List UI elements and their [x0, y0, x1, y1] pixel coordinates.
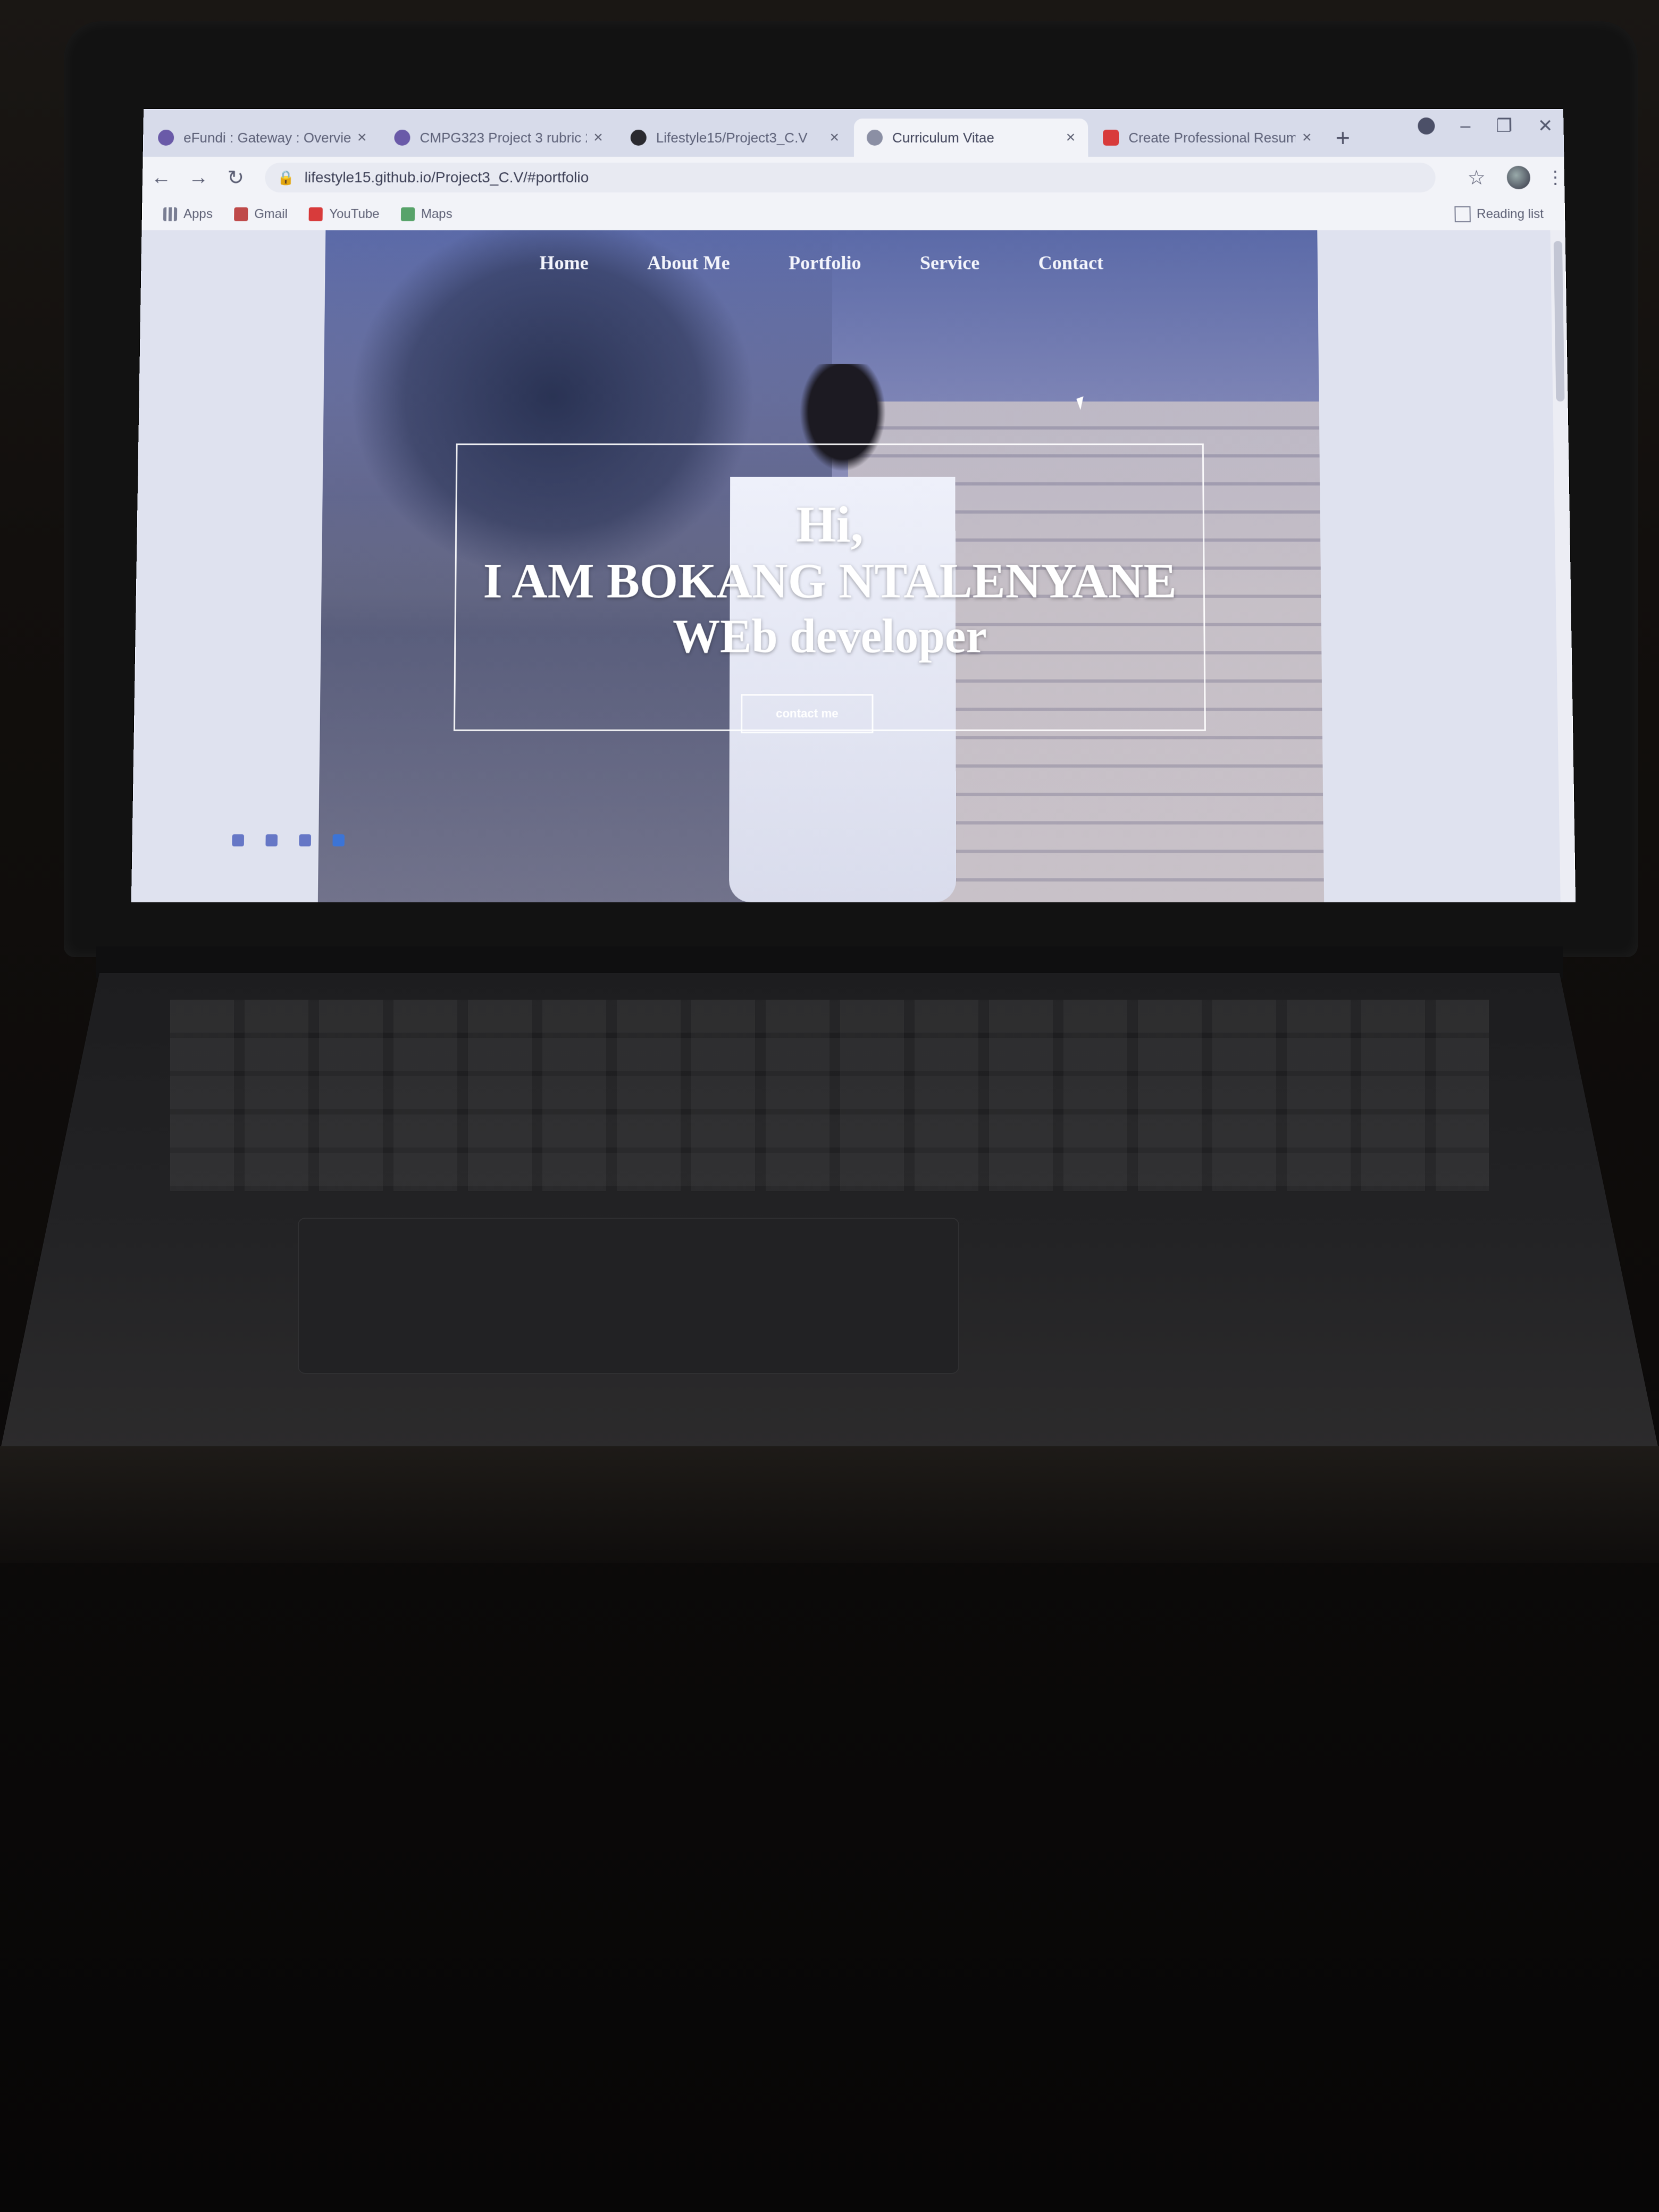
mail-icon[interactable]	[332, 834, 345, 847]
browser-toolbar: ← → ↻ 🔒 lifestyle15.github.io/Project3_C…	[142, 156, 1565, 198]
tab-strip: eFundi : Gateway : Overview × CMPG323 Pr…	[143, 109, 1564, 157]
reading-list-label: Reading list	[1477, 206, 1544, 222]
tab-cmpg323-rubric[interactable]: CMPG323 Project 3 rubric 20 ×	[381, 119, 616, 157]
close-icon[interactable]: ×	[1066, 129, 1076, 147]
bookmarks-bar: Apps Gmail YouTube Maps Reading list	[141, 198, 1565, 231]
hero-role: WEb developer	[672, 610, 987, 663]
globe-icon	[867, 129, 883, 146]
bookmark-label: Apps	[183, 206, 213, 222]
hero-greeting: Hi,	[796, 495, 864, 554]
nav-contact[interactable]: Contact	[1038, 252, 1104, 274]
tab-label: Create Professional Resume	[1128, 129, 1296, 146]
forward-button[interactable]: →	[180, 166, 217, 189]
tab-curriculum-vitae[interactable]: Curriculum Vitae ×	[854, 118, 1088, 157]
hero-section: Home About Me Portfolio Service Contact …	[317, 230, 1325, 902]
reading-list-button[interactable]: Reading list	[1454, 206, 1544, 223]
social-links	[232, 834, 345, 847]
tab-label: CMPG323 Project 3 rubric 20	[420, 129, 588, 146]
bookmark-gmail[interactable]: Gmail	[233, 206, 288, 222]
reload-button[interactable]: ↻	[217, 165, 255, 189]
site-nav: Home About Me Portfolio Service Contact	[325, 252, 1318, 274]
lock-icon: 🔒	[278, 169, 295, 186]
restore-button[interactable]: ❐	[1496, 115, 1512, 137]
nav-about-me[interactable]: About Me	[647, 252, 730, 274]
nav-portfolio[interactable]: Portfolio	[789, 252, 861, 274]
close-window-button[interactable]: ✕	[1538, 115, 1553, 137]
tab-efundi-overview[interactable]: eFundi : Gateway : Overview ×	[145, 119, 380, 157]
facebook-icon[interactable]	[232, 834, 245, 847]
bookmark-label: Gmail	[254, 206, 288, 222]
maps-icon	[400, 207, 415, 222]
efundi-icon	[157, 129, 174, 146]
new-tab-button[interactable]: +	[1324, 119, 1362, 157]
close-icon[interactable]: ×	[1302, 129, 1312, 147]
browser-window: eFundi : Gateway : Overview × CMPG323 Pr…	[131, 109, 1576, 902]
youtube-icon	[1103, 129, 1119, 146]
bookmark-youtube[interactable]: YouTube	[308, 206, 380, 222]
youtube-icon	[308, 207, 323, 222]
bookmark-apps[interactable]: Apps	[163, 207, 213, 222]
bookmark-label: YouTube	[329, 206, 380, 222]
hero-frame: Hi, I AM BOKANG NTALENYANE WEb developer…	[453, 443, 1206, 734]
tab-label: Curriculum Vitae	[892, 129, 994, 146]
hero-headline: Hi, I AM BOKANG NTALENYANE WEb developer	[456, 495, 1204, 665]
url-text[interactable]: lifestyle15.github.io/Project3_C.V/#port…	[304, 169, 589, 186]
tab-label: eFundi : Gateway : Overview	[183, 129, 351, 146]
tab-github-project[interactable]: Lifestyle15/Project3_C.V ×	[618, 119, 852, 157]
github-icon	[630, 129, 647, 146]
bookmark-star-icon[interactable]: ☆	[1467, 165, 1486, 189]
page-viewport: Home About Me Portfolio Service Contact …	[131, 230, 1576, 902]
nav-service[interactable]: Service	[920, 252, 979, 274]
whatsapp-icon[interactable]	[299, 834, 312, 847]
profile-avatar[interactable]	[1506, 165, 1531, 189]
hero-name: I AM BOKANG NTALENYANE	[483, 553, 1177, 608]
tab-create-resume[interactable]: Create Professional Resume ×	[1090, 119, 1325, 157]
laptop-touchpad	[298, 1218, 959, 1374]
back-button[interactable]: ←	[143, 166, 180, 189]
window-controls: – ❐ ✕	[1418, 115, 1553, 137]
close-icon[interactable]: ×	[593, 129, 603, 147]
scrollbar-thumb[interactable]	[1553, 241, 1565, 402]
close-icon[interactable]: ×	[357, 129, 367, 147]
efundi-icon	[394, 129, 410, 146]
apps-icon	[163, 207, 178, 222]
profile-icon[interactable]	[1418, 117, 1435, 135]
bookmark-label: Maps	[421, 206, 453, 222]
reading-list-icon	[1454, 206, 1471, 223]
minimize-button[interactable]: –	[1460, 115, 1470, 137]
laptop-keyboard	[170, 1000, 1489, 1191]
nav-home[interactable]: Home	[539, 252, 589, 274]
contact-me-button[interactable]: contact me	[741, 694, 874, 734]
close-icon[interactable]: ×	[830, 129, 839, 147]
gmail-icon	[233, 207, 248, 222]
browser-menu-icon[interactable]: ⋮	[1546, 167, 1565, 188]
bookmark-maps[interactable]: Maps	[400, 206, 453, 222]
table-edge	[0, 1446, 1659, 1563]
tab-label: Lifestyle15/Project3_C.V	[656, 129, 808, 146]
address-bar[interactable]: 🔒 lifestyle15.github.io/Project3_C.V/#po…	[264, 162, 1436, 192]
linkedin-icon[interactable]	[265, 834, 278, 847]
